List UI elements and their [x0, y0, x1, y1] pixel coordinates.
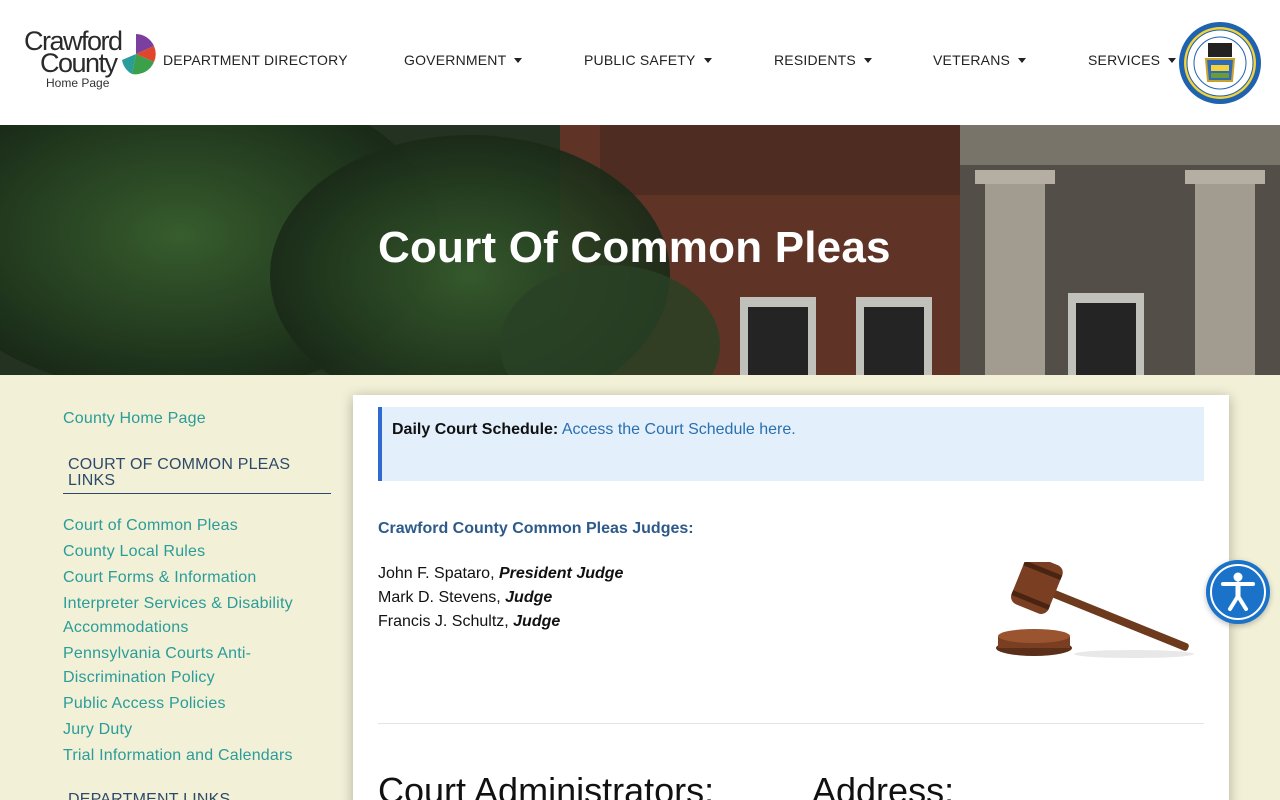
- site-header: Crawford County Home Page DEPARTMENT DIR…: [0, 0, 1280, 125]
- judges-heading: Crawford County Common Pleas Judges:: [378, 520, 694, 537]
- caret-down-icon: [1168, 57, 1177, 63]
- sidebar-link-jury-duty[interactable]: Jury Duty: [63, 718, 331, 742]
- heading-line: COURT OF COMMON PLEAS: [68, 456, 291, 473]
- sidebar-link-anti-discrimination[interactable]: Pennsylvania Courts Anti-: [63, 642, 331, 666]
- hero-banner: Court Of Common Pleas: [0, 125, 1280, 375]
- address-heading: Address:: [812, 770, 955, 800]
- court-schedule-link[interactable]: Access the Court Schedule here.: [562, 421, 796, 438]
- sidebar-link-interpreter-services-line2[interactable]: Accommodations: [63, 616, 331, 640]
- judge-line: Mark D. Stevens, Judge: [378, 589, 552, 607]
- judge-name: John F. Spataro,: [378, 565, 499, 582]
- nav-department-directory[interactable]: DEPARTMENT DIRECTORY: [163, 52, 348, 68]
- court-schedule-alert: Daily Court Schedule: Access the Court S…: [378, 407, 1204, 481]
- content-divider: [378, 723, 1204, 724]
- judge-line: Francis J. Schultz, Judge: [378, 613, 560, 631]
- logo-subtitle: Home Page: [46, 76, 110, 90]
- sidebar-link-interpreter-services[interactable]: Interpreter Services & Disability: [63, 592, 331, 616]
- sidebar-link-court-of-common-pleas[interactable]: Court of Common Pleas: [63, 514, 331, 538]
- gavel-image: [984, 562, 1204, 677]
- judge-name: Mark D. Stevens,: [378, 589, 506, 606]
- nav-veterans[interactable]: VETERANS: [933, 52, 1027, 68]
- caret-down-icon: [703, 57, 712, 63]
- heading-line: DEPARTMENT LINKS: [68, 791, 231, 800]
- page-title: Court Of Common Pleas: [378, 223, 891, 272]
- nav-label: PUBLIC SAFETY: [584, 52, 696, 68]
- sidebar-heading-court-links: COURT OF COMMON PLEAS LINKS: [63, 457, 331, 494]
- court-administrators-heading: Court Administrators:: [378, 770, 715, 800]
- caret-down-icon: [1018, 57, 1027, 63]
- county-seal-icon[interactable]: [1178, 21, 1262, 105]
- alert-label: Daily Court Schedule:: [392, 421, 559, 438]
- nav-residents[interactable]: RESIDENTS: [774, 52, 872, 68]
- main-content-card: Daily Court Schedule: Access the Court S…: [353, 395, 1229, 800]
- nav-label: SERVICES: [1088, 52, 1161, 68]
- county-logo[interactable]: Crawford County Home Page: [24, 28, 158, 92]
- accessibility-icon: [1210, 564, 1266, 620]
- judge-title: Judge: [505, 589, 553, 606]
- heading-line: LINKS: [68, 472, 116, 489]
- sidebar-link-anti-discrimination-line2[interactable]: Discrimination Policy: [63, 666, 331, 690]
- nav-services[interactable]: SERVICES: [1088, 52, 1177, 68]
- logo-line2: County: [40, 48, 118, 78]
- sidebar-link-county-home[interactable]: County Home Page: [63, 407, 206, 431]
- nav-label: VETERANS: [933, 52, 1011, 68]
- sidebar-link-trial-information[interactable]: Trial Information and Calendars: [63, 744, 331, 768]
- accessibility-button[interactable]: [1206, 560, 1270, 624]
- sidebar-link-court-forms[interactable]: Court Forms & Information: [63, 566, 331, 590]
- nav-public-safety[interactable]: PUBLIC SAFETY: [584, 52, 712, 68]
- logo-pie-icon: [122, 34, 156, 75]
- judge-title: President Judge: [498, 565, 624, 582]
- nav-label: GOVERNMENT: [404, 52, 507, 68]
- judge-title: Judge: [513, 613, 561, 630]
- judge-name: Francis J. Schultz,: [378, 613, 514, 630]
- sidebar-heading-department-links: DEPARTMENT LINKS: [63, 792, 331, 800]
- nav-label: DEPARTMENT DIRECTORY: [163, 52, 348, 68]
- caret-down-icon: [514, 57, 523, 63]
- logo-text: Crawford County: [24, 28, 123, 78]
- nav-government[interactable]: GOVERNMENT: [404, 52, 523, 68]
- judge-line: John F. Spataro, President Judge: [378, 565, 623, 583]
- sidebar-link-county-local-rules[interactable]: County Local Rules: [63, 540, 331, 564]
- caret-down-icon: [863, 57, 872, 63]
- nav-label: RESIDENTS: [774, 52, 856, 68]
- sidebar-link-public-access-policies[interactable]: Public Access Policies: [63, 692, 331, 716]
